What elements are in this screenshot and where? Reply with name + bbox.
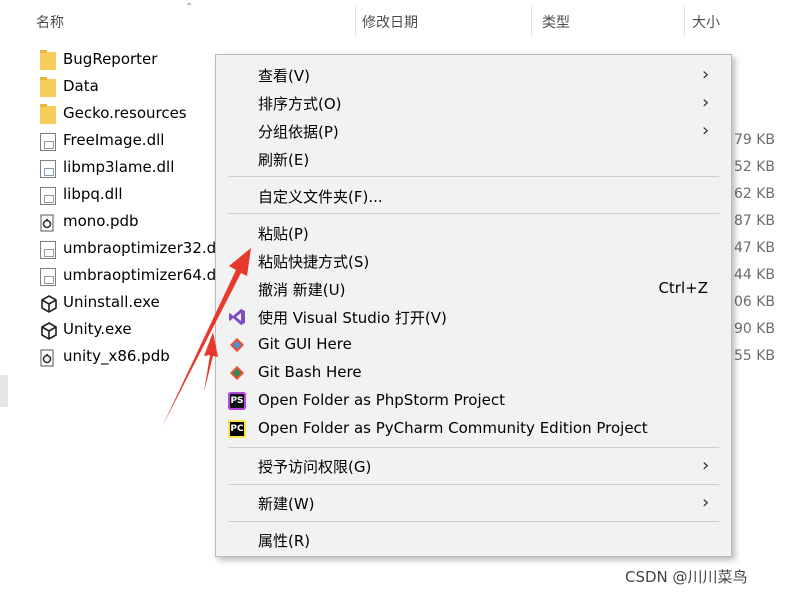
folder-icon [40, 50, 56, 70]
column-type[interactable]: 类型 [542, 12, 570, 32]
menu-item-label: 粘贴(P) [258, 225, 309, 243]
git-gui-icon [228, 336, 246, 354]
file-size: 55 KB [733, 348, 775, 364]
file-size: 90 KB [733, 321, 775, 337]
chevron-right-icon: › [702, 92, 710, 113]
menu-item-sort[interactable]: 排序方式(O) › [216, 90, 731, 118]
menu-item-grant-access[interactable]: 授予访问权限(G) › [216, 453, 731, 481]
dll-file-icon [40, 160, 56, 178]
menu-item-label: 使用 Visual Studio 打开(V) [258, 309, 447, 327]
file-name: BugReporter [63, 50, 158, 68]
chevron-right-icon: › [702, 120, 710, 141]
file-name: mono.pdb [63, 212, 139, 230]
menu-item-label: 刷新(E) [258, 151, 310, 169]
scrollbar-thumb[interactable] [0, 375, 8, 407]
menu-item-label: 查看(V) [258, 67, 310, 85]
menu-item-new[interactable]: 新建(W) › [216, 490, 731, 518]
menu-item-refresh[interactable]: 刷新(E) [216, 146, 731, 174]
watermark: CSDN @川川菜鸟 [625, 568, 748, 586]
file-name: Unity.exe [63, 320, 132, 338]
menu-item-open-pycharm[interactable]: PC Open Folder as PyCharm Community Edit… [216, 416, 731, 444]
unity-icon [40, 295, 57, 313]
chevron-right-icon: › [702, 492, 710, 513]
unity-icon [40, 322, 57, 340]
file-size: 44 KB [733, 267, 775, 283]
file-size: 79 KB [733, 132, 775, 148]
menu-item-label: 排序方式(O) [258, 95, 342, 113]
dll-file-icon [40, 268, 56, 286]
folder-icon [40, 77, 56, 97]
menu-item-label: Git GUI Here [258, 335, 352, 353]
file-name: Data [63, 77, 99, 95]
menu-item-label: 自定义文件夹(F)... [258, 188, 383, 206]
file-name: Gecko.resources [63, 104, 187, 122]
git-bash-icon [228, 364, 246, 382]
menu-item-paste-shortcut[interactable]: 粘贴快捷方式(S) [216, 248, 731, 276]
column-header: ⌃ 名称 修改日期 类型 大小 [0, 0, 790, 44]
file-name: unity_x86.pdb [63, 347, 170, 365]
file-size: 62 KB [733, 186, 775, 202]
column-modified[interactable]: 修改日期 [362, 12, 418, 32]
pdb-file-icon [40, 349, 56, 367]
context-menu: 查看(V) › 排序方式(O) › 分组依据(P) › 刷新(E) 自定义文件夹… [215, 54, 732, 557]
visual-studio-icon [228, 308, 246, 326]
menu-item-undo[interactable]: 撤消 新建(U) Ctrl+Z [216, 276, 731, 304]
menu-item-label: 新建(W) [258, 495, 315, 513]
menu-item-customize-folder[interactable]: 自定义文件夹(F)... [216, 183, 731, 211]
file-name: libpq.dll [63, 185, 123, 203]
dll-file-icon [40, 187, 56, 205]
column-size[interactable]: 大小 [692, 12, 720, 32]
pycharm-icon: PC [228, 420, 246, 438]
menu-separator [228, 213, 719, 214]
file-name: umbraoptimizer32.dll [63, 239, 225, 257]
file-name: Uninstall.exe [63, 293, 160, 311]
menu-item-git-bash[interactable]: Git Bash Here [216, 360, 731, 388]
file-size: 87 KB [733, 213, 775, 229]
file-size: 47 KB [733, 240, 775, 256]
menu-separator [228, 484, 719, 485]
shortcut-label: Ctrl+Z [658, 279, 708, 297]
menu-item-view[interactable]: 查看(V) › [216, 62, 731, 90]
column-divider[interactable] [355, 6, 356, 38]
menu-item-label: 撤消 新建(U) [258, 281, 346, 299]
menu-item-label: 授予访问权限(G) [258, 458, 372, 476]
phpstorm-icon: PS [228, 392, 246, 410]
menu-item-label: Git Bash Here [258, 363, 362, 381]
file-name: FreeImage.dll [63, 131, 165, 149]
menu-item-properties[interactable]: 属性(R) [216, 527, 731, 555]
menu-item-git-gui[interactable]: Git GUI Here [216, 332, 731, 360]
menu-item-label: 属性(R) [258, 532, 311, 550]
menu-separator [228, 447, 719, 448]
folder-icon [40, 104, 56, 124]
menu-item-group[interactable]: 分组依据(P) › [216, 118, 731, 146]
file-size: 06 KB [733, 294, 775, 310]
dll-file-icon [40, 133, 56, 151]
file-name: umbraoptimizer64.dll [63, 266, 225, 284]
menu-item-label: 分组依据(P) [258, 123, 339, 141]
sort-ascending-icon: ⌃ [185, 2, 194, 13]
pdb-file-icon [40, 214, 56, 232]
column-name[interactable]: 名称 [36, 12, 64, 32]
column-divider[interactable] [531, 6, 532, 38]
menu-item-open-phpstorm[interactable]: PS Open Folder as PhpStorm Project [216, 388, 731, 416]
dll-file-icon [40, 241, 56, 259]
menu-separator [228, 521, 719, 522]
file-name: libmp3lame.dll [63, 158, 175, 176]
menu-item-label: 粘贴快捷方式(S) [258, 253, 370, 271]
chevron-right-icon: › [702, 455, 710, 476]
menu-item-label: Open Folder as PyCharm Community Edition… [258, 419, 648, 437]
menu-separator [228, 176, 719, 177]
file-size: 52 KB [733, 159, 775, 175]
column-divider[interactable] [684, 6, 685, 38]
menu-item-open-visual-studio[interactable]: 使用 Visual Studio 打开(V) [216, 304, 731, 332]
menu-item-paste[interactable]: 粘贴(P) [216, 220, 731, 248]
chevron-right-icon: › [702, 64, 710, 85]
menu-item-label: Open Folder as PhpStorm Project [258, 391, 505, 409]
